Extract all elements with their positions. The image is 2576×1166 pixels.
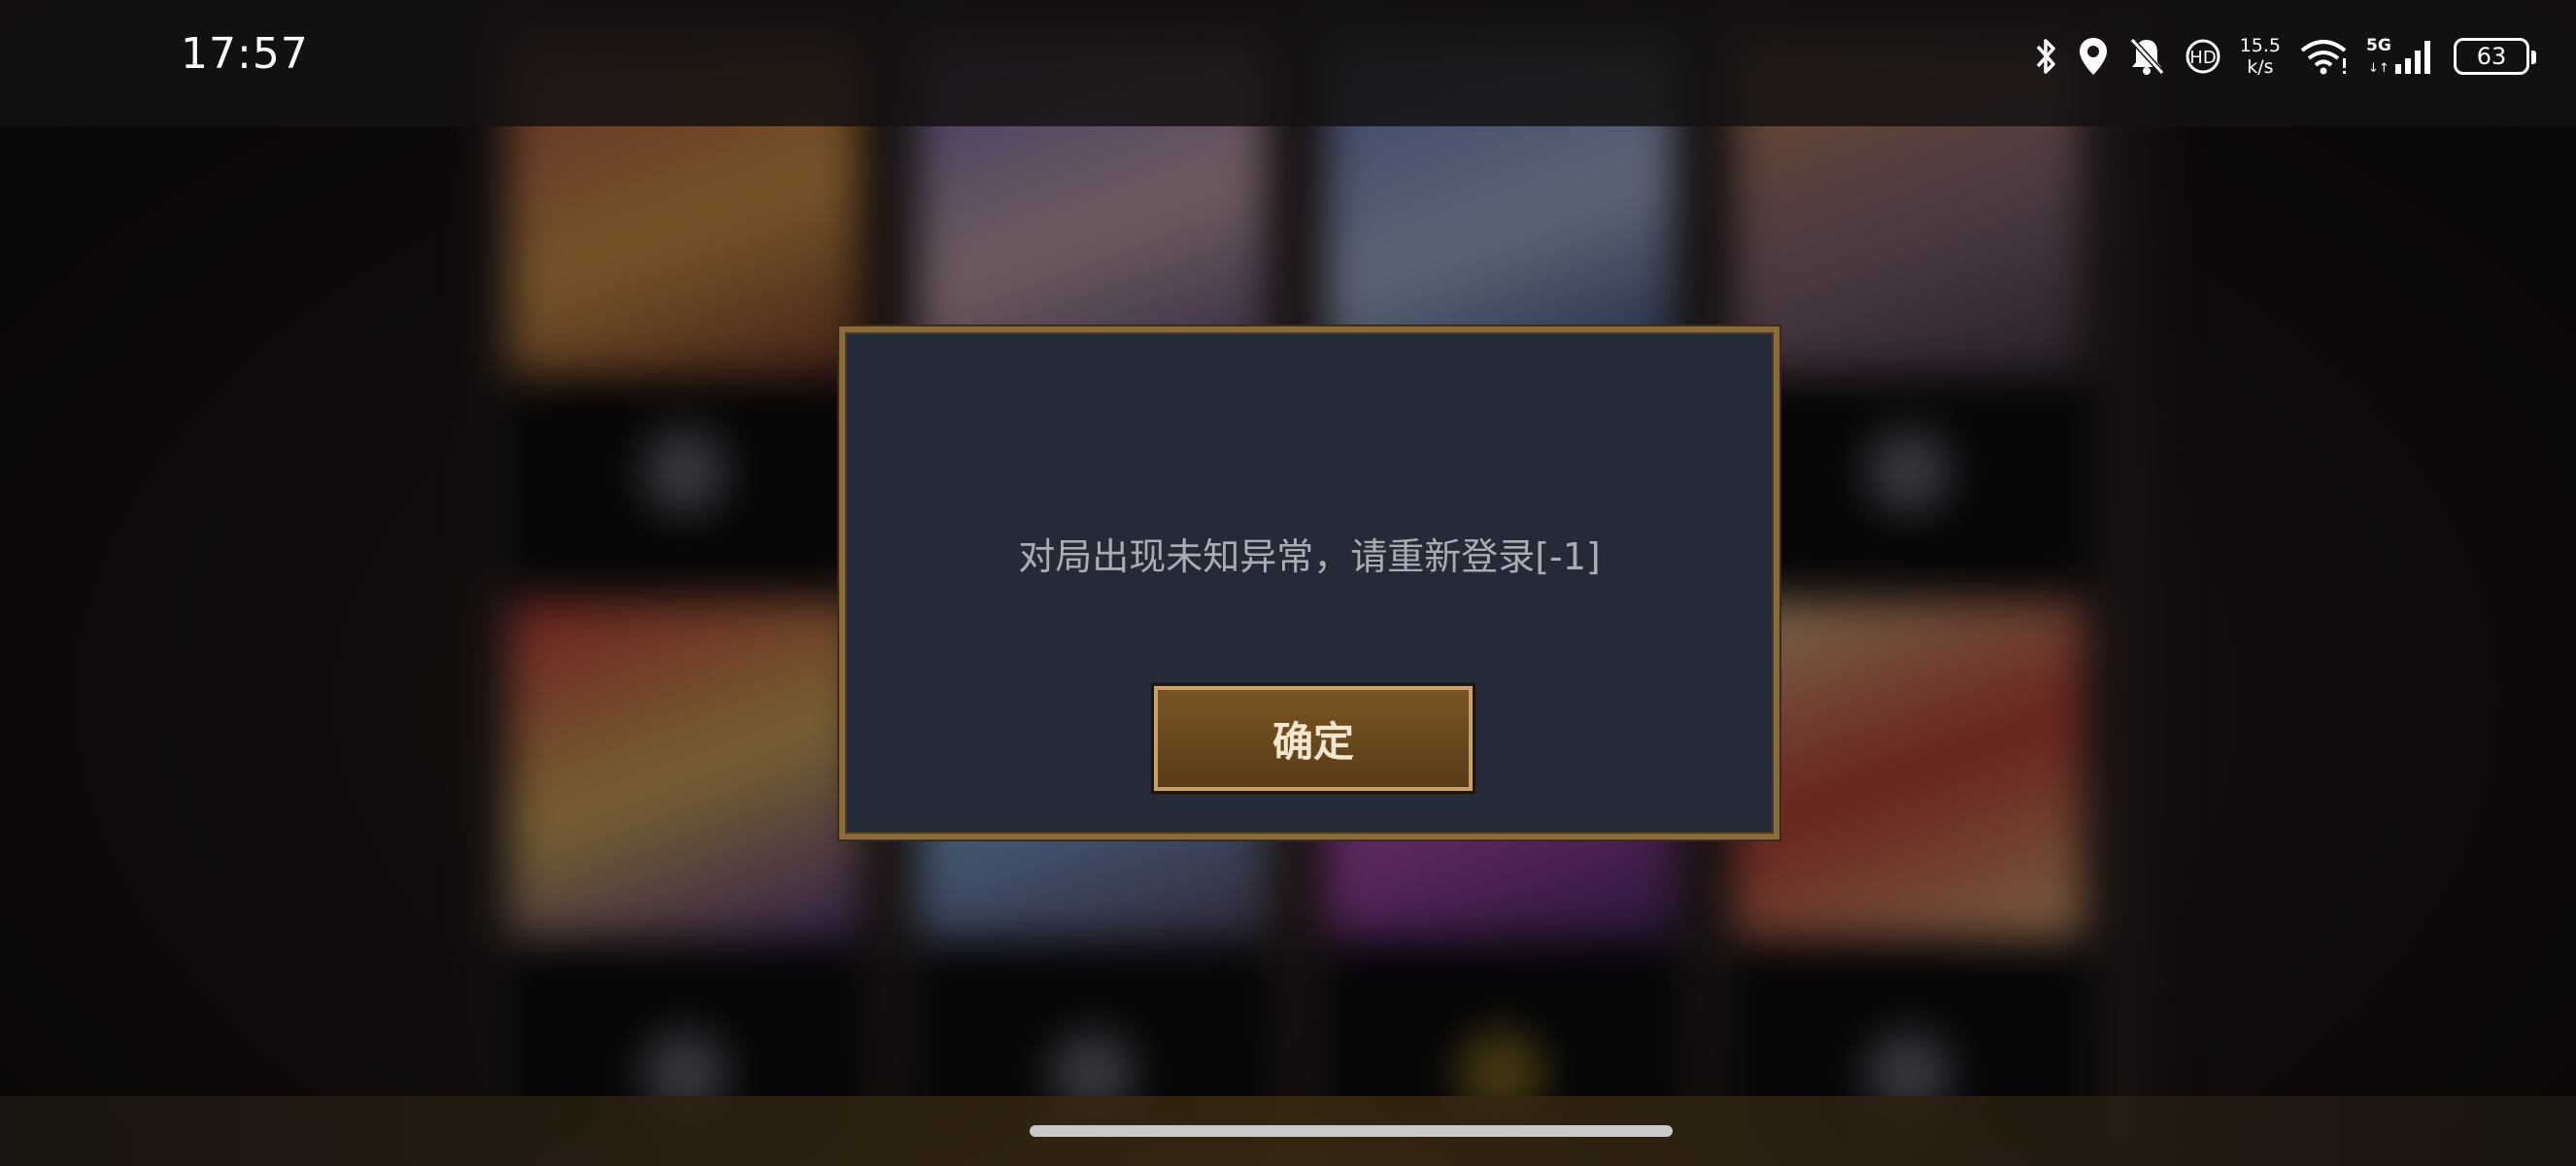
home-indicator[interactable] bbox=[1030, 1125, 1673, 1137]
svg-text:HD: HD bbox=[2189, 48, 2216, 68]
status-bar: 17:57 HD 15.5 k/s 5G ↓↑ 63 bbox=[0, 0, 2576, 126]
confirm-button-label: 确定 bbox=[1271, 717, 1354, 766]
hd-voice-icon: HD bbox=[2184, 37, 2222, 76]
network-speed-unit: k/s bbox=[2247, 56, 2274, 78]
battery-level: 63 bbox=[2476, 43, 2507, 70]
network-speed: 15.5 k/s bbox=[2240, 35, 2281, 78]
screen: 17:57 HD 15.5 k/s 5G ↓↑ 63 对局出现未知异常，请重新登… bbox=[0, 0, 2576, 1166]
confirm-button[interactable]: 确定 bbox=[1154, 686, 1473, 791]
status-bar-clock: 17:57 bbox=[181, 29, 309, 79]
status-icons: HD 15.5 k/s 5G ↓↑ 63 bbox=[2032, 27, 2536, 86]
bluetooth-icon bbox=[2032, 37, 2059, 76]
error-dialog: 对局出现未知异常，请重新登录[-1] 确定 bbox=[839, 326, 1779, 840]
wifi-icon bbox=[2298, 37, 2349, 76]
battery-icon: 63 bbox=[2454, 38, 2536, 75]
network-type-label: 5G bbox=[2366, 36, 2391, 55]
cellular-signal-icon: 5G ↓↑ bbox=[2366, 35, 2436, 78]
dialog-message: 对局出现未知异常，请重新登录[-1] bbox=[1018, 535, 1601, 578]
network-speed-value: 15.5 bbox=[2239, 35, 2281, 56]
bell-muted-icon bbox=[2127, 36, 2166, 77]
location-icon bbox=[2077, 36, 2110, 77]
svg-text:↓↑: ↓↑ bbox=[2368, 61, 2390, 76]
